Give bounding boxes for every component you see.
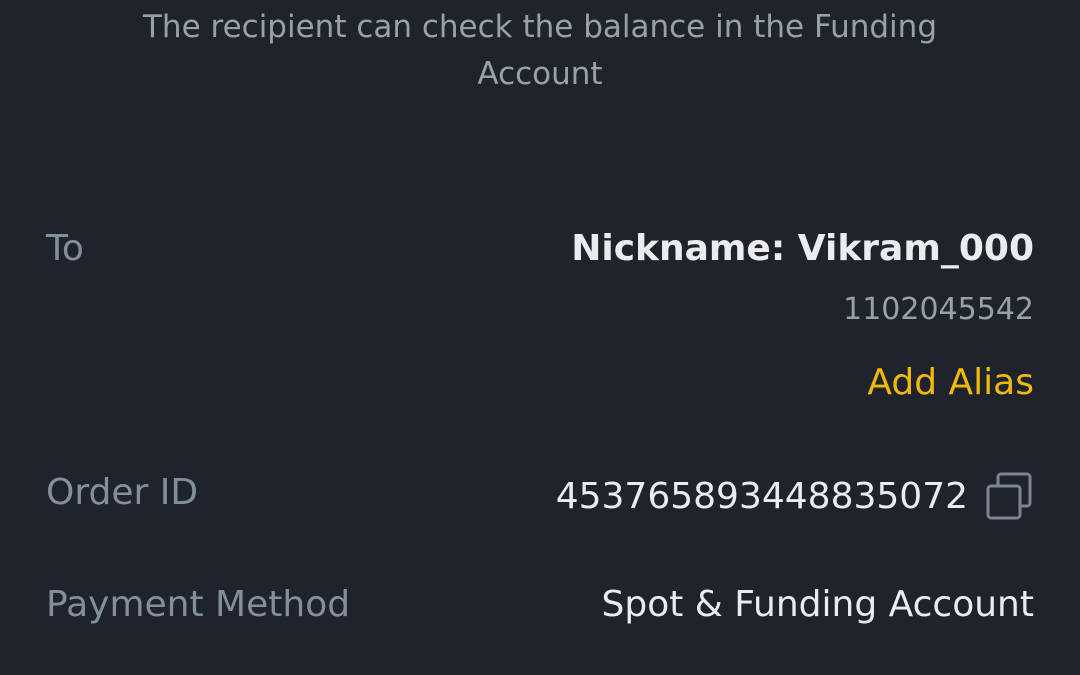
- recipient-nickname: Nickname: Vikram_000: [571, 228, 1034, 269]
- order-id-label: Order ID: [46, 472, 199, 513]
- copy-icon[interactable]: [984, 470, 1034, 522]
- order-id-row: 453765893448835072: [556, 470, 1034, 522]
- recipient-uid: 1102045542: [843, 292, 1034, 327]
- order-id-value: 453765893448835072: [555, 475, 968, 517]
- payment-method-label: Payment Method: [46, 584, 351, 625]
- add-alias-link[interactable]: Add Alias: [867, 362, 1034, 403]
- recipient-balance-notice: The recipient can check the balance in t…: [143, 9, 937, 92]
- payment-method-value: Spot & Funding Account: [601, 584, 1035, 625]
- to-label: To: [46, 228, 84, 269]
